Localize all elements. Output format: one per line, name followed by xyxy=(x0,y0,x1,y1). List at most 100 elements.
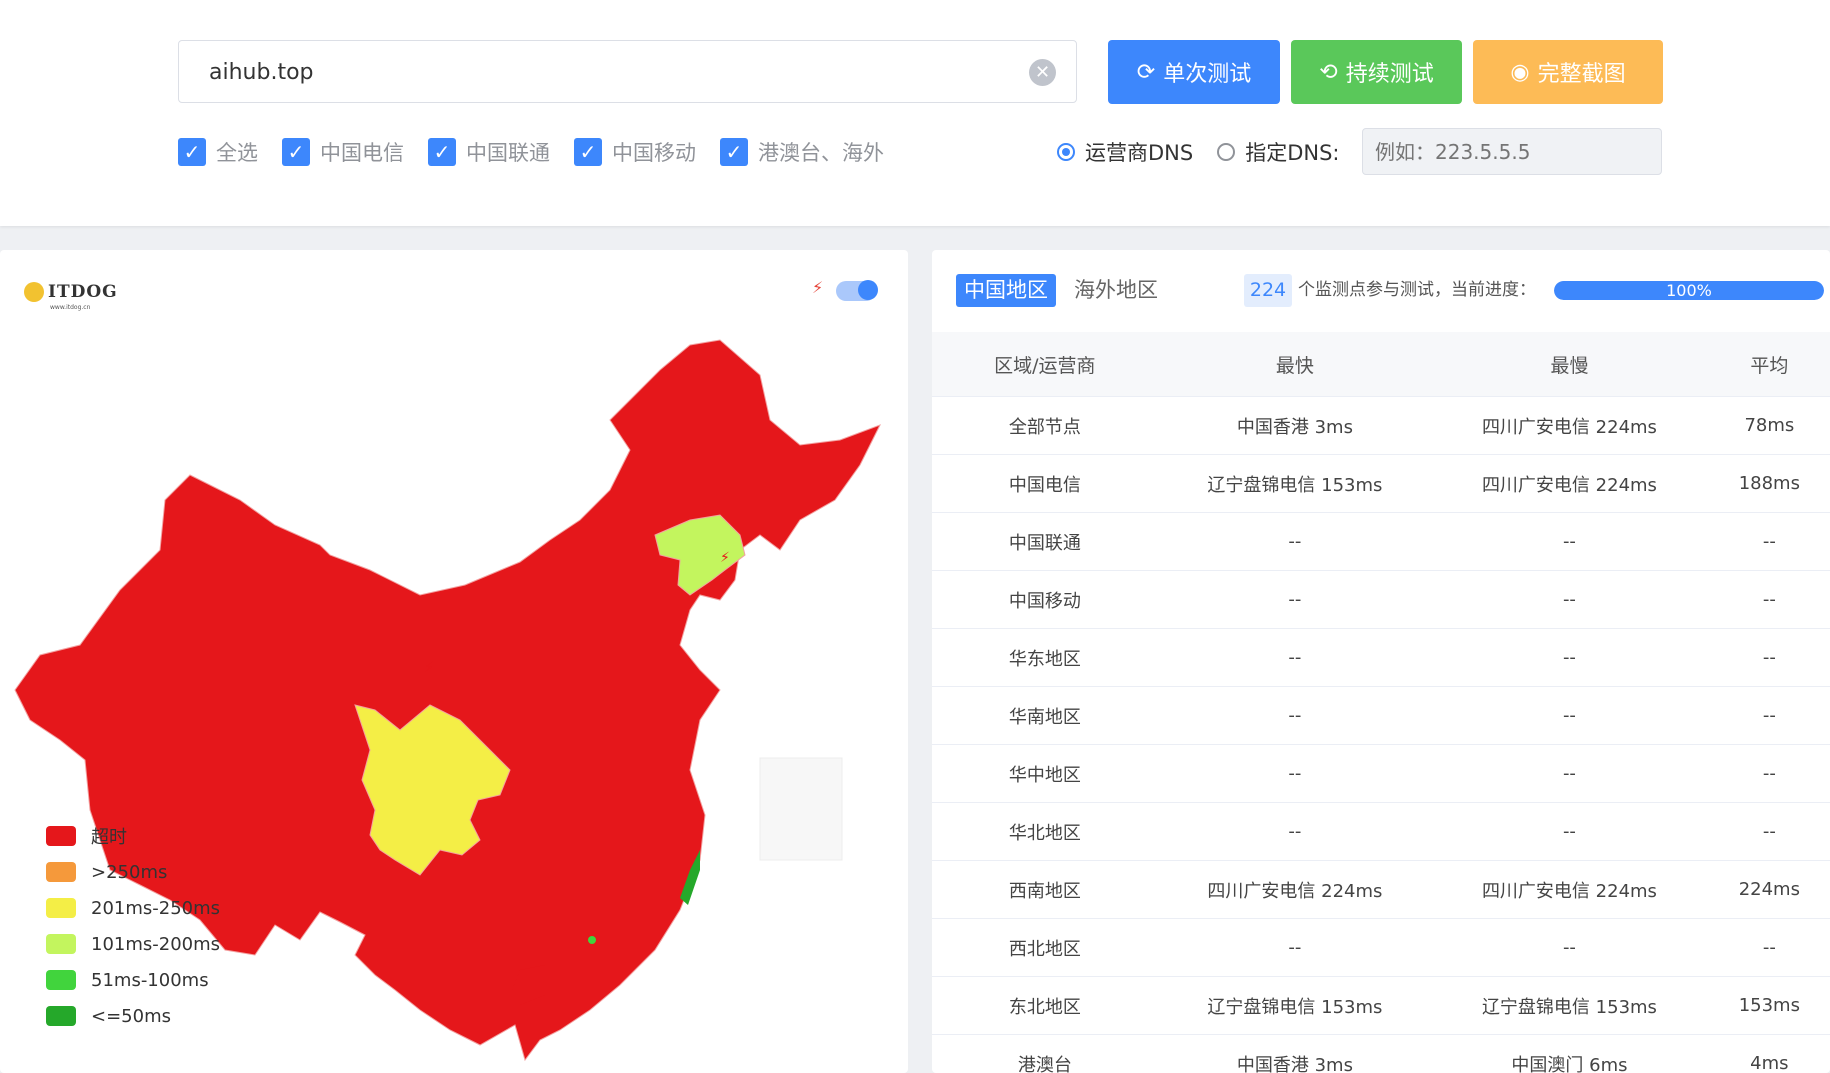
legend-item: 101ms-200ms xyxy=(46,926,220,962)
table-cell: -- xyxy=(1157,744,1433,803)
screenshot-button[interactable]: ◉ 完整截图 xyxy=(1473,40,1663,104)
table-body: 全部节点 中国香港 3ms 四川广安电信 224ms 78ms 中国电信 辽宁盘锦电信 1… xyxy=(932,396,1830,1073)
isp-dns-label: 运营商DNS xyxy=(1085,141,1194,165)
legend-swatch xyxy=(46,970,76,990)
single-test-label: 单次测试 xyxy=(1163,62,1252,87)
table-row[interactable]: 华南地区 -- -- -- xyxy=(932,686,1830,745)
table-cell: 华中地区 xyxy=(932,744,1158,803)
table-cell: 188ms xyxy=(1706,454,1830,513)
camera-icon: ◉ xyxy=(1510,59,1530,85)
custom-dns-label: 指定DNS: xyxy=(1245,141,1340,165)
table-cell: -- xyxy=(1157,570,1433,629)
checkbox-icon[interactable]: ✓ xyxy=(178,138,206,166)
table-cell: -- xyxy=(1157,686,1433,745)
url-input[interactable] xyxy=(207,41,991,104)
table-cell: -- xyxy=(1157,512,1433,571)
checkbox-icon[interactable]: ✓ xyxy=(720,138,748,166)
continuous-test-label: 持续测试 xyxy=(1345,62,1434,87)
filter-label: 全选 xyxy=(216,141,258,165)
isp-dns-radio[interactable] xyxy=(1057,143,1075,161)
legend-item: 超时 xyxy=(46,818,220,854)
legend-swatch xyxy=(46,826,76,846)
legend-label: >250ms xyxy=(91,861,168,883)
table-cell: 中国电信 xyxy=(932,454,1158,513)
table-row[interactable]: 华东地区 -- -- -- xyxy=(932,628,1830,687)
results-table: 区域/运营商 最快 最慢 平均 全部节点 中国香港 3ms 四川广安电信 224ms… xyxy=(932,332,1830,1073)
filter-unicom[interactable]: ✓ 中国联通 xyxy=(428,137,550,167)
bolt-icon: ⚡ xyxy=(720,550,730,566)
table-cell: 华北地区 xyxy=(932,802,1158,861)
legend-swatch xyxy=(46,1006,76,1026)
table-header-row: 区域/运营商 最快 最慢 平均 xyxy=(932,332,1830,397)
filter-label: 中国电信 xyxy=(320,141,404,165)
custom-dns-input[interactable] xyxy=(1362,128,1662,175)
table-cell: 辽宁盘锦电信 153ms xyxy=(1432,976,1707,1035)
table-row[interactable]: 中国电信 辽宁盘锦电信 153ms 四川广安电信 224ms 188ms xyxy=(932,454,1830,513)
table-cell: 中国香港 3ms xyxy=(1157,1034,1433,1073)
filter-label: 港澳台、海外 xyxy=(758,141,884,165)
legend-swatch xyxy=(46,934,76,954)
table-cell: 中国移动 xyxy=(932,570,1158,629)
legend-label: 超时 xyxy=(91,827,127,848)
checkbox-icon[interactable]: ✓ xyxy=(428,138,456,166)
table-row[interactable]: 港澳台 中国香港 3ms 中国澳门 6ms 4ms xyxy=(932,1034,1830,1073)
table-row[interactable]: 东北地区 辽宁盘锦电信 153ms 辽宁盘锦电信 153ms 153ms xyxy=(932,976,1830,1035)
table-row[interactable]: 华北地区 -- -- -- xyxy=(932,802,1830,861)
map-panel: ITDOG www.itdog.cn ⚡ ⚡ ⚡ 超时 >250ms 201ms… xyxy=(0,250,908,1073)
tab-overseas[interactable]: 海外地区 xyxy=(1074,274,1158,307)
table-cell: -- xyxy=(1706,628,1830,687)
table-cell: -- xyxy=(1432,686,1707,745)
table-cell: -- xyxy=(1432,628,1707,687)
table-cell: 全部节点 xyxy=(932,396,1158,455)
legend-item: 51ms-100ms xyxy=(46,962,220,998)
table-cell: -- xyxy=(1706,918,1830,977)
filter-label: 中国联通 xyxy=(466,141,550,165)
filter-mobile[interactable]: ✓ 中国移动 xyxy=(574,137,696,167)
filter-label: 中国移动 xyxy=(612,141,696,165)
filter-all[interactable]: ✓ 全选 xyxy=(178,137,258,167)
toolbar: ✕ ⟳ 单次测试 ⟲ 持续测试 ◉ 完整截图 ✓ 全选 ✓ 中国电信 ✓ 中国联… xyxy=(0,0,1830,226)
legend-label: 201ms-250ms xyxy=(91,897,221,919)
legend-item: 201ms-250ms xyxy=(46,890,220,926)
table-row[interactable]: 中国移动 -- -- -- xyxy=(932,570,1830,629)
legend-item: >250ms xyxy=(46,854,220,890)
filter-telecom[interactable]: ✓ 中国电信 xyxy=(282,137,404,167)
table-cell: 西南地区 xyxy=(932,860,1158,919)
table-cell: -- xyxy=(1432,570,1707,629)
table-cell: 西北地区 xyxy=(932,918,1158,977)
legend-item: <=50ms xyxy=(46,998,220,1034)
refresh-icon: ⟳ xyxy=(1136,59,1156,85)
table-cell: -- xyxy=(1432,802,1707,861)
filter-overseas[interactable]: ✓ 港澳台、海外 xyxy=(720,137,884,167)
table-row[interactable]: 全部节点 中国香港 3ms 四川广安电信 224ms 78ms xyxy=(932,396,1830,455)
map-region-hongkong[interactable] xyxy=(588,936,596,944)
tab-china[interactable]: 中国地区 xyxy=(956,274,1056,307)
table-cell: -- xyxy=(1706,802,1830,861)
table-cell: -- xyxy=(1432,744,1707,803)
table-row[interactable]: 西南地区 四川广安电信 224ms 四川广安电信 224ms 224ms xyxy=(932,860,1830,919)
single-test-button[interactable]: ⟳ 单次测试 xyxy=(1108,40,1280,104)
screenshot-label: 完整截图 xyxy=(1537,62,1626,87)
table-cell: 中国联通 xyxy=(932,512,1158,571)
table-row[interactable]: 西北地区 -- -- -- xyxy=(932,918,1830,977)
table-cell: 四川广安电信 224ms xyxy=(1432,454,1707,513)
continuous-test-button[interactable]: ⟲ 持续测试 xyxy=(1291,40,1462,104)
clear-icon[interactable]: ✕ xyxy=(1029,59,1056,86)
table-row[interactable]: 华中地区 -- -- -- xyxy=(932,744,1830,803)
checkbox-icon[interactable]: ✓ xyxy=(574,138,602,166)
table-cell: 中国澳门 6ms xyxy=(1432,1034,1707,1073)
table-cell: -- xyxy=(1157,918,1433,977)
checkbox-icon[interactable]: ✓ xyxy=(282,138,310,166)
custom-dns-radio[interactable] xyxy=(1217,143,1236,161)
progress-bar: 100% xyxy=(1554,281,1824,300)
table-cell: 华东地区 xyxy=(932,628,1158,687)
table-cell: -- xyxy=(1157,628,1433,687)
bolt-icon: ⚡ xyxy=(424,660,434,676)
table-cell: 辽宁盘锦电信 153ms xyxy=(1157,454,1433,513)
url-field[interactable]: ✕ xyxy=(178,40,1077,104)
table-cell: 东北地区 xyxy=(932,976,1158,1035)
table-cell: -- xyxy=(1157,802,1433,861)
table-cell: -- xyxy=(1706,512,1830,571)
table-row[interactable]: 中国联通 -- -- -- xyxy=(932,512,1830,571)
map-legend: 超时 >250ms 201ms-250ms 101ms-200ms 51ms-1… xyxy=(46,818,220,1034)
